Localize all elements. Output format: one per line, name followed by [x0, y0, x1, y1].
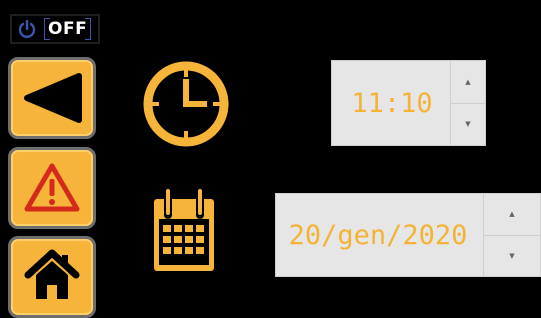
- home-icon: [24, 249, 80, 299]
- back-button[interactable]: [8, 57, 96, 139]
- power-toggle-button[interactable]: OFF: [10, 14, 100, 44]
- power-state-label: OFF: [48, 19, 88, 39]
- date-value[interactable]: 20/gen/2020: [276, 194, 480, 276]
- date-input[interactable]: 20/gen/2020 ▲ ▼: [275, 193, 541, 277]
- date-decrement-button[interactable]: ▼: [484, 236, 540, 277]
- time-input[interactable]: 11:10 ▲ ▼: [331, 60, 486, 146]
- power-icon: [16, 18, 38, 40]
- home-button[interactable]: [8, 236, 96, 318]
- time-spinner: ▲ ▼: [450, 61, 485, 145]
- date-increment-button[interactable]: ▲: [484, 194, 540, 236]
- calendar-icon: [151, 185, 217, 273]
- warning-icon: [24, 163, 80, 212]
- time-increment-button[interactable]: ▲: [451, 61, 485, 104]
- date-spinner: ▲ ▼: [483, 194, 540, 276]
- alarm-button[interactable]: [8, 147, 96, 229]
- clock-icon: [141, 59, 231, 149]
- time-decrement-button[interactable]: ▼: [451, 104, 485, 146]
- power-state-box: OFF: [44, 18, 92, 40]
- time-value[interactable]: 11:10: [332, 61, 452, 145]
- back-triangle-icon: [24, 73, 82, 123]
